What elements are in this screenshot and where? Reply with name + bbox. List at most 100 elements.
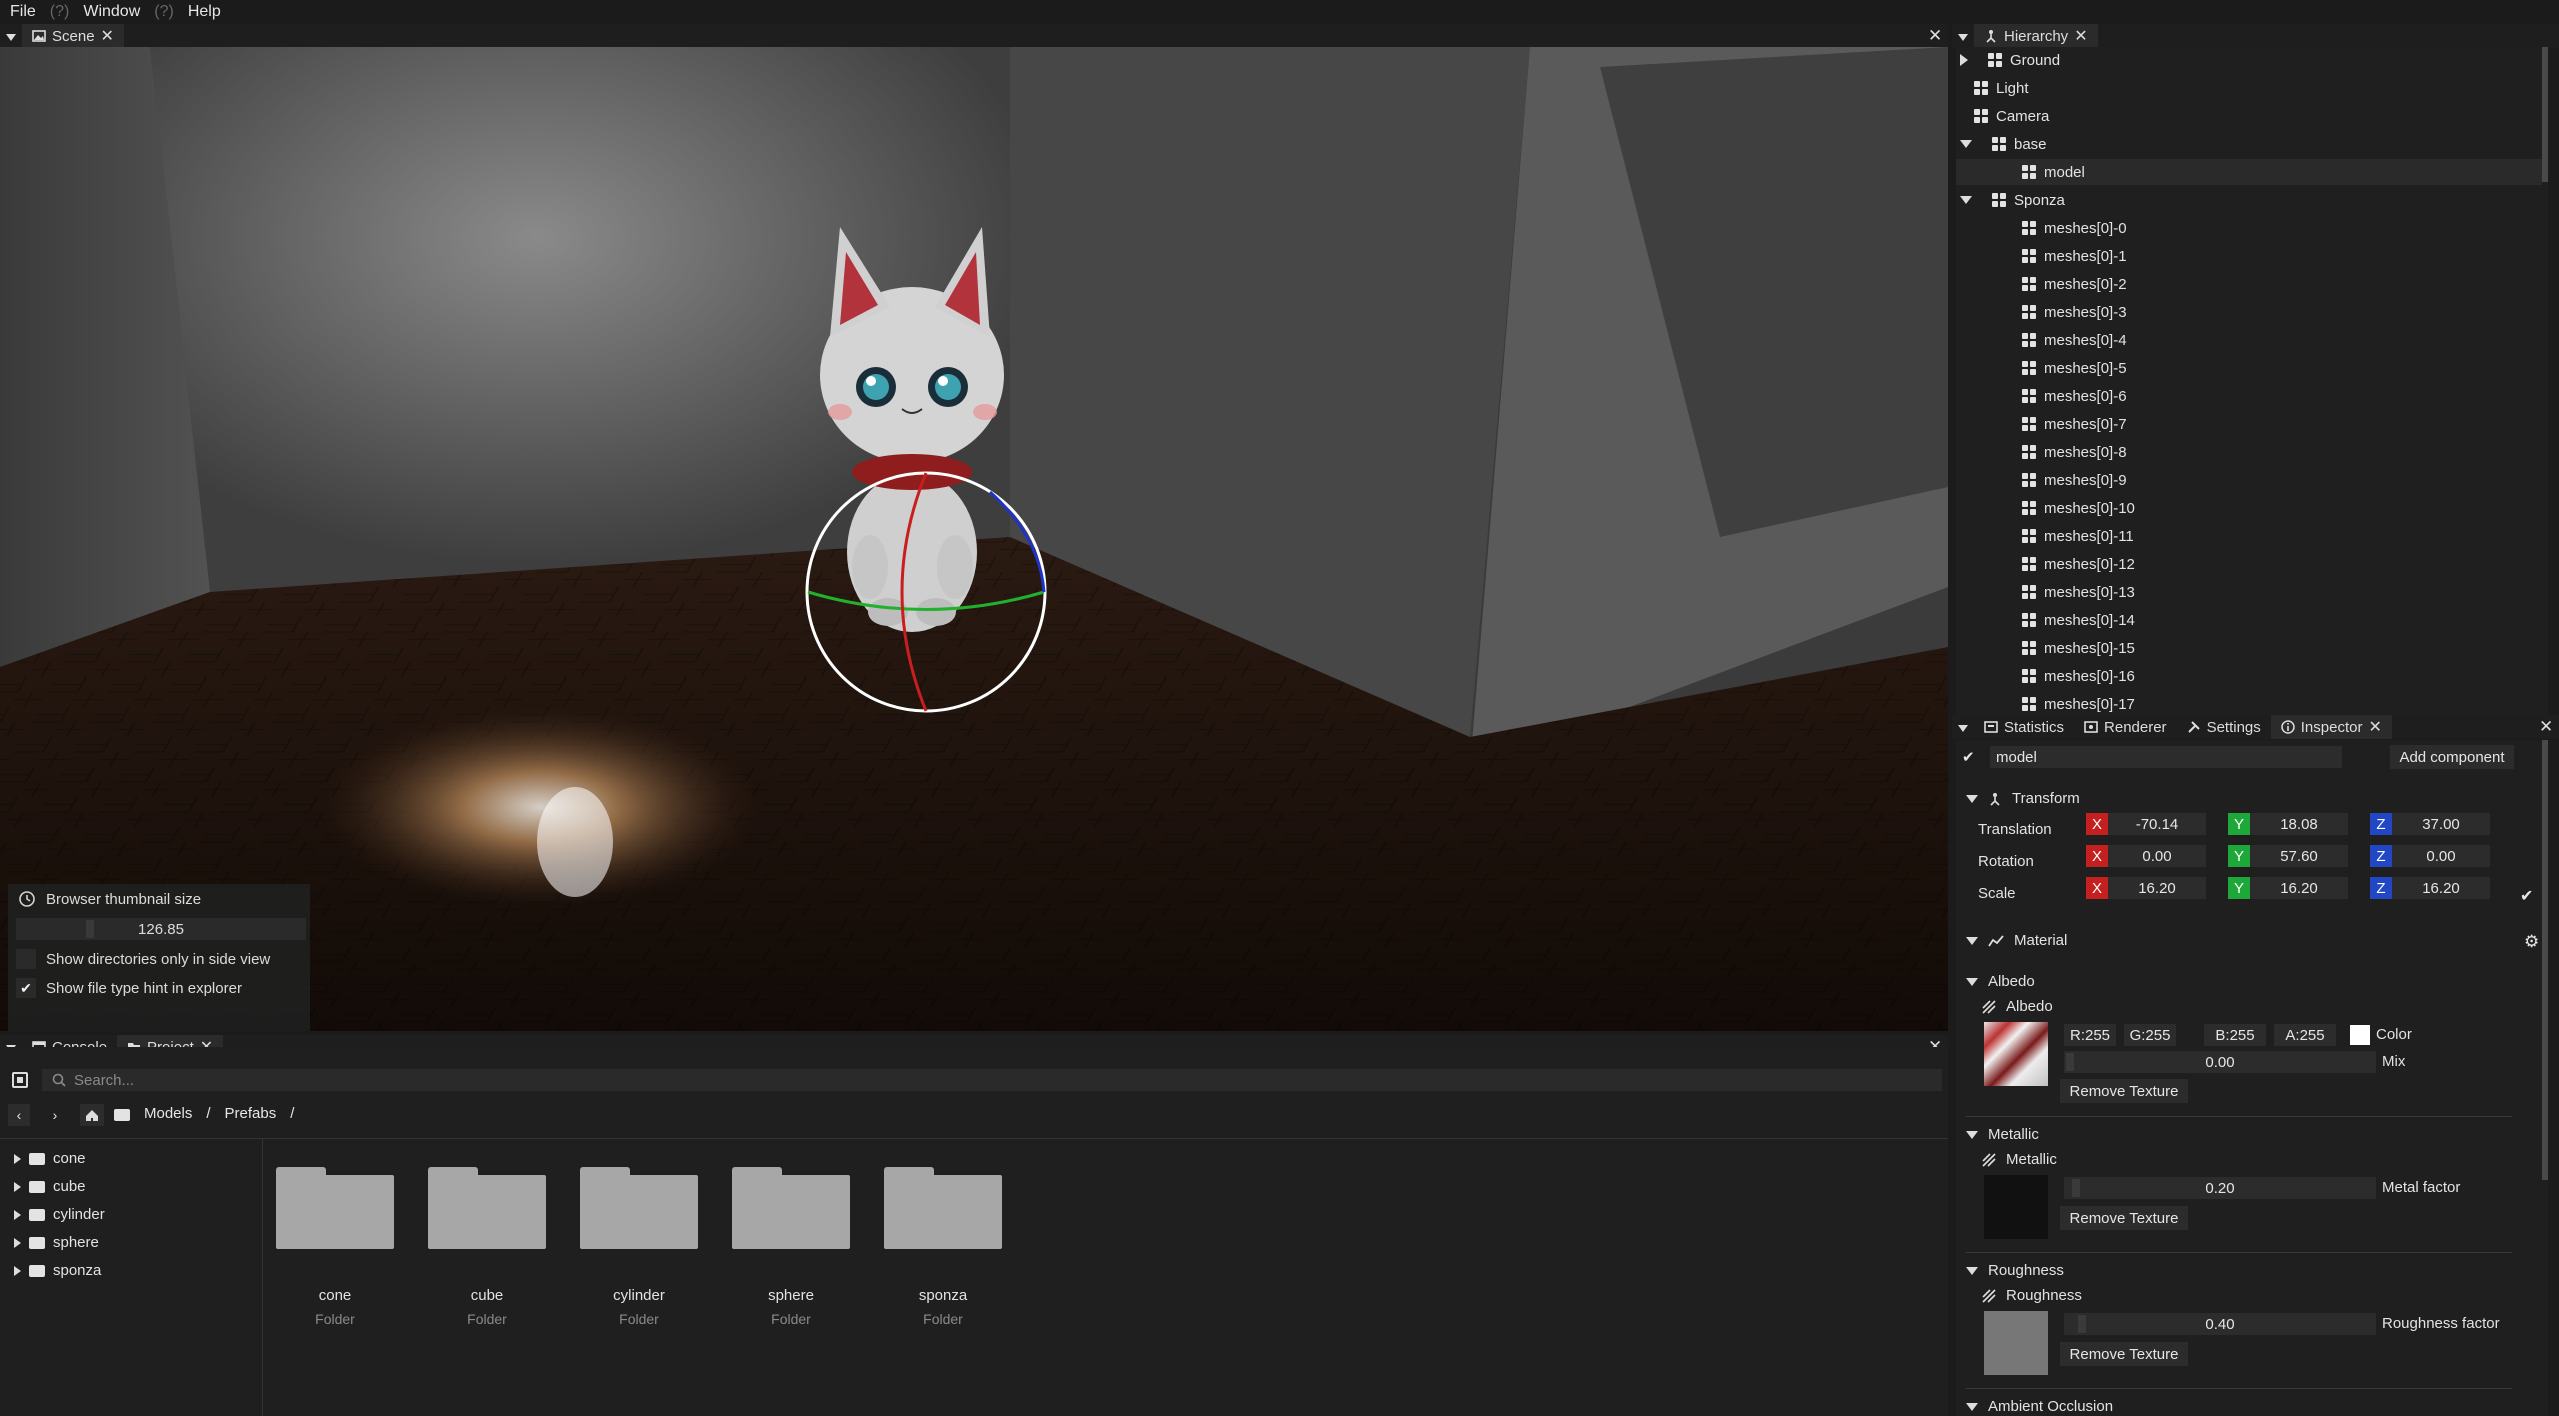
object-name-field[interactable]: model: [1990, 746, 2342, 768]
project-tree-item[interactable]: sphere: [14, 1234, 99, 1251]
close-icon[interactable]: ✕: [2539, 717, 2553, 737]
tab-scene[interactable]: Scene ✕: [22, 24, 124, 48]
metallic-thumbnail[interactable]: [1984, 1175, 2048, 1239]
folder-name[interactable]: sponza: [878, 1287, 1008, 1304]
hierarchy-item[interactable]: Camera: [1956, 103, 2542, 129]
settings-icon[interactable]: [12, 1072, 28, 1088]
file-hint-checkbox[interactable]: ✔: [16, 978, 36, 998]
hierarchy-item[interactable]: meshes[0]-6: [1956, 383, 2542, 409]
close-icon[interactable]: ✕: [2368, 717, 2381, 737]
roughness-remove-texture-button[interactable]: Remove Texture: [2060, 1342, 2188, 1366]
close-icon[interactable]: ✕: [2074, 26, 2087, 46]
hierarchy-item[interactable]: Ground: [1956, 47, 2542, 73]
tab-renderer[interactable]: Renderer: [2074, 715, 2177, 739]
menu-window[interactable]: Window: [83, 3, 140, 21]
scale-x-field[interactable]: 16.20: [2108, 877, 2206, 899]
hierarchy-item[interactable]: meshes[0]-5: [1956, 355, 2542, 381]
home-button[interactable]: [80, 1104, 104, 1126]
hierarchy-item[interactable]: meshes[0]-13: [1956, 579, 2542, 605]
metallic-header[interactable]: Metallic: [1966, 1126, 2039, 1143]
folder-name[interactable]: cylinder: [574, 1287, 704, 1304]
hierarchy-item[interactable]: Sponza: [1956, 187, 2542, 213]
albedo-header[interactable]: Albedo: [1966, 973, 2035, 990]
tab-statistics[interactable]: Statistics: [1974, 715, 2074, 739]
scene-viewport[interactable]: Browser thumbnail size 126.85 Show direc…: [0, 47, 1948, 1031]
close-icon[interactable]: ✕: [101, 26, 114, 46]
menu-help-hint[interactable]: (?): [154, 3, 174, 21]
albedo-color-swatch[interactable]: [2350, 1025, 2370, 1045]
hierarchy-item[interactable]: meshes[0]-2: [1956, 271, 2542, 297]
albedo-mix-slider[interactable]: 0.00: [2064, 1051, 2376, 1073]
folder-thumbnail[interactable]: [428, 1167, 546, 1249]
hierarchy-item[interactable]: base: [1956, 131, 2542, 157]
collapse-icon[interactable]: [1952, 719, 1974, 736]
rotation-x-field[interactable]: 0.00: [2108, 845, 2206, 867]
scrollbar[interactable]: [2542, 740, 2548, 1180]
collapse-icon[interactable]: [0, 28, 22, 45]
rotation-z-field[interactable]: 0.00: [2392, 845, 2490, 867]
folder-name[interactable]: cone: [270, 1287, 400, 1304]
collapse-icon[interactable]: [1960, 196, 1972, 204]
scrollbar[interactable]: [2542, 47, 2548, 182]
forward-button[interactable]: ›: [44, 1104, 66, 1126]
hierarchy-item[interactable]: meshes[0]-0: [1956, 215, 2542, 241]
close-icon[interactable]: ✕: [1928, 26, 1942, 46]
hierarchy-item[interactable]: meshes[0]-4: [1956, 327, 2542, 353]
active-checkbox[interactable]: ✔: [1962, 748, 1975, 766]
back-button[interactable]: ‹: [8, 1104, 30, 1126]
tab-hierarchy[interactable]: Hierarchy ✕: [1974, 24, 2098, 48]
hierarchy-item[interactable]: meshes[0]-7: [1956, 411, 2542, 437]
metallic-slider[interactable]: 0.20: [2064, 1177, 2376, 1199]
albedo-b[interactable]: B:255: [2204, 1024, 2266, 1046]
thumbnail-size-slider[interactable]: 126.85: [16, 918, 306, 940]
transform-header[interactable]: Transform: [1966, 790, 2080, 807]
collapse-icon[interactable]: [1952, 28, 1974, 45]
dirs-only-checkbox[interactable]: [16, 949, 36, 969]
expand-icon[interactable]: [14, 1181, 21, 1192]
tab-inspector[interactable]: Inspector ✕: [2270, 715, 2392, 739]
expand-icon[interactable]: [14, 1209, 21, 1220]
roughness-thumbnail[interactable]: [1984, 1311, 2048, 1375]
albedo-remove-texture-button[interactable]: Remove Texture: [2060, 1079, 2188, 1103]
albedo-a[interactable]: A:255: [2274, 1024, 2336, 1046]
project-tree-item[interactable]: cylinder: [14, 1206, 105, 1223]
tab-settings[interactable]: Settings: [2177, 715, 2271, 739]
search-bar[interactable]: Search...: [42, 1069, 1942, 1091]
hierarchy-item[interactable]: meshes[0]-14: [1956, 607, 2542, 633]
translation-y-field[interactable]: 18.08: [2250, 813, 2348, 835]
folder-name[interactable]: cube: [422, 1287, 552, 1304]
hierarchy-item[interactable]: meshes[0]-15: [1956, 635, 2542, 661]
hierarchy-item[interactable]: meshes[0]-11: [1956, 523, 2542, 549]
expand-icon[interactable]: [14, 1265, 21, 1276]
translation-z-field[interactable]: 37.00: [2392, 813, 2490, 835]
metallic-remove-texture-button[interactable]: Remove Texture: [2060, 1206, 2188, 1230]
menu-file[interactable]: File: [10, 3, 36, 21]
collapse-icon[interactable]: [1960, 140, 1972, 148]
hierarchy-item[interactable]: model: [1956, 159, 2542, 185]
roughness-slider[interactable]: 0.40: [2064, 1313, 2376, 1335]
folder-thumbnail[interactable]: [884, 1167, 1002, 1249]
hierarchy-item[interactable]: meshes[0]-10: [1956, 495, 2542, 521]
menu-help[interactable]: Help: [188, 3, 221, 21]
folder-thumbnail[interactable]: [276, 1167, 394, 1249]
folder-thumbnail[interactable]: [732, 1167, 850, 1249]
menu-help-hint[interactable]: (?): [50, 3, 70, 21]
rotation-y-field[interactable]: 57.60: [2250, 845, 2348, 867]
hierarchy-item[interactable]: Light: [1956, 75, 2542, 101]
project-tree-item[interactable]: cube: [14, 1178, 86, 1195]
breadcrumb-prefabs[interactable]: Prefabs: [225, 1105, 277, 1122]
ambient-occlusion-header[interactable]: Ambient Occlusion: [1966, 1398, 2113, 1415]
hierarchy-item[interactable]: meshes[0]-16: [1956, 663, 2542, 689]
roughness-header[interactable]: Roughness: [1966, 1262, 2064, 1279]
project-tree-item[interactable]: sponza: [14, 1262, 101, 1279]
material-header[interactable]: Material: [1966, 932, 2067, 949]
hierarchy-item[interactable]: meshes[0]-8: [1956, 439, 2542, 465]
hierarchy-item[interactable]: meshes[0]-12: [1956, 551, 2542, 577]
hierarchy-item[interactable]: meshes[0]-1: [1956, 243, 2542, 269]
hierarchy-item[interactable]: meshes[0]-17: [1956, 691, 2542, 715]
breadcrumb-models[interactable]: Models: [144, 1105, 192, 1122]
hierarchy-item[interactable]: meshes[0]-9: [1956, 467, 2542, 493]
scale-y-field[interactable]: 16.20: [2250, 877, 2348, 899]
uniform-scale-check[interactable]: ✔: [2520, 886, 2533, 906]
albedo-g[interactable]: G:255: [2124, 1024, 2176, 1046]
